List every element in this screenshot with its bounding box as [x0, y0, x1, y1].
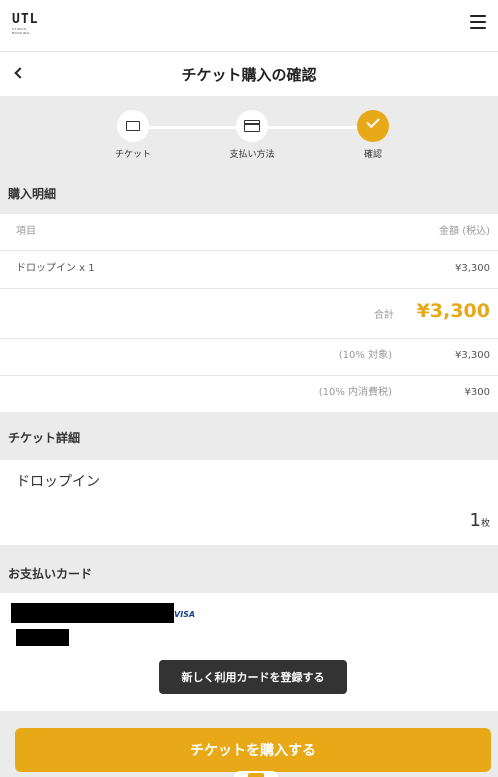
- step-payment-method: 支払い方法: [212, 110, 292, 160]
- tax-amount: ¥300: [464, 387, 490, 398]
- redacted-card-number[interactable]: [11, 603, 174, 623]
- step-label: 支払い方法: [229, 150, 275, 160]
- line-item-name: ドロップイン x 1: [16, 263, 95, 274]
- step-ticket: チケット: [93, 110, 173, 160]
- payment-card-heading: お支払いカード: [0, 545, 498, 593]
- hamburger-menu-icon[interactable]: [470, 14, 486, 30]
- total-row: 合計 ¥3,300: [0, 289, 498, 339]
- ticket-details-heading: チケット詳細: [0, 412, 498, 460]
- total-amount: ¥3,300: [416, 300, 490, 322]
- step-label: 確認: [363, 150, 382, 160]
- logo-subtext: STUDIO · BOOKING: [12, 27, 30, 35]
- payment-card-section: VISA 新しく利用カードを登録する: [0, 593, 498, 711]
- step-label: チケット: [114, 150, 151, 160]
- ticket-detail-card: ドロップイン 1枚: [0, 460, 498, 545]
- register-new-card-button[interactable]: 新しく利用カードを登録する: [159, 660, 347, 694]
- line-item-row: ドロップイン x 1 ¥3,300: [0, 251, 498, 289]
- ticket-name: ドロップイン: [16, 474, 100, 490]
- progress-steps: チケット 支払い方法 確認: [0, 96, 498, 172]
- credit-card-icon: [244, 120, 260, 132]
- page-header: チケット購入の確認: [0, 52, 498, 96]
- ticket-quantity: 1枚: [470, 510, 490, 531]
- purchase-ticket-button[interactable]: チケットを購入する: [15, 728, 491, 772]
- page-title: チケット購入の確認: [181, 66, 317, 84]
- redacted-card-expiry: [16, 629, 69, 646]
- tax-label: (10% 内消費税): [318, 387, 392, 398]
- top-navbar: UTL STUDIO · BOOKING: [0, 0, 498, 52]
- tax-base-amount: ¥3,300: [455, 350, 490, 361]
- check-icon: [366, 114, 380, 129]
- logo-text: UTL: [12, 12, 39, 27]
- ticket-quantity-value: 1: [469, 510, 481, 531]
- tax-row: (10% 内消費税) ¥300: [0, 376, 498, 412]
- purchase-table-header: 項目 金額 (税込): [0, 214, 498, 251]
- step-circle: [236, 110, 268, 142]
- tax-base-row: (10% 対象) ¥3,300: [0, 339, 498, 376]
- tax-base-label: (10% 対象): [338, 350, 392, 361]
- brand-logo[interactable]: UTL STUDIO · BOOKING: [12, 12, 42, 36]
- visa-logo: VISA: [174, 610, 196, 619]
- step-circle: [117, 110, 149, 142]
- step-confirm: 確認: [333, 110, 413, 160]
- bottom-action-bar: チケットを購入する: [0, 711, 498, 777]
- scroll-handle: [234, 771, 278, 777]
- step-circle-active: [357, 110, 389, 142]
- column-item-label: 項目: [16, 226, 36, 237]
- column-amount-label: 金額 (税込): [439, 226, 490, 237]
- total-label: 合計: [374, 310, 394, 321]
- purchase-details-heading: 購入明細: [0, 172, 498, 214]
- line-item-amount: ¥3,300: [455, 263, 490, 274]
- ticket-quantity-unit: 枚: [480, 519, 490, 529]
- ticket-icon: [126, 121, 140, 131]
